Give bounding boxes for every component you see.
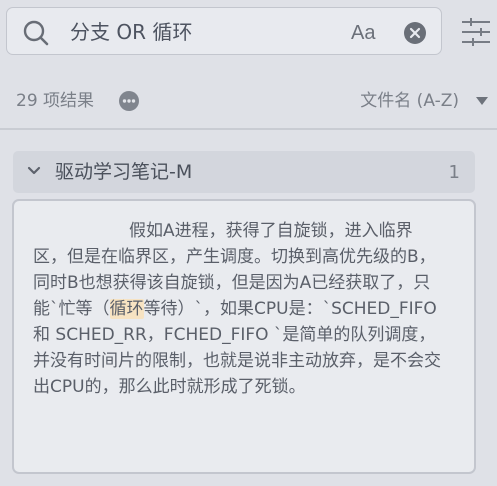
result-count: 29 项结果: [16, 91, 95, 111]
match-snippet[interactable]: 假如A进程，获得了自旋锁，进入临界区，但是在临界区，产生调度。切换到高优先级的B…: [33, 218, 445, 400]
clear-icon[interactable]: [403, 21, 427, 45]
match-highlight: 循环: [109, 299, 144, 319]
search-box[interactable]: 分支 OR 循环 Aa: [6, 7, 442, 55]
match-result-card[interactable]: 假如A进程，获得了自旋锁，进入临界区，但是在临界区，产生调度。切换到高优先级的B…: [12, 199, 476, 474]
search-icon: [23, 20, 49, 46]
results-summary: 29 项结果 文件名 (A-Z): [16, 88, 491, 114]
search-input[interactable]: 分支 OR 循环: [70, 19, 192, 45]
file-group-title[interactable]: 驱动学习笔记-M: [55, 160, 192, 184]
sort-down-arrow-icon[interactable]: [475, 96, 489, 106]
sort-selector[interactable]: 文件名 (A-Z): [360, 90, 459, 112]
filter-sliders-icon[interactable]: [461, 17, 491, 47]
match-case-button[interactable]: Aa: [351, 20, 375, 46]
more-dots-icon[interactable]: [118, 90, 140, 112]
match-count-badge: 1: [448, 162, 460, 183]
file-group-header[interactable]: 驱动学习笔记-M 1: [13, 151, 475, 193]
divider: [0, 128, 497, 130]
chevron-down-icon[interactable]: [27, 165, 41, 177]
